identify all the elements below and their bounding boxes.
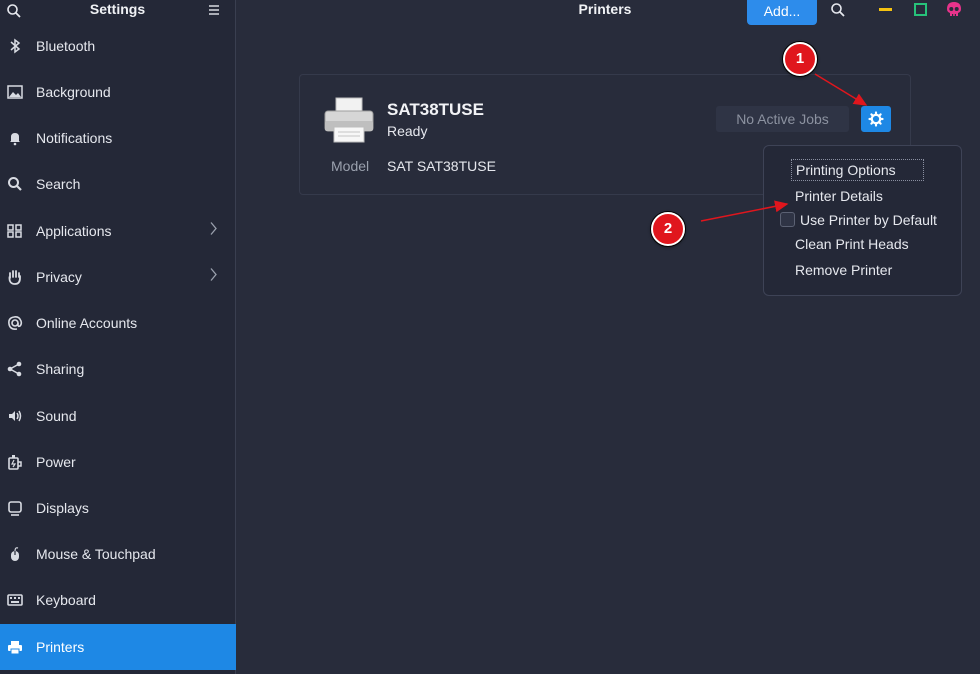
annotation-badge-2: 2 [651, 212, 685, 246]
sidebar-title: Settings [89, 1, 146, 17]
sidebar-header: Settings [0, 0, 235, 22]
power-icon [6, 453, 24, 471]
page-title: Printers [578, 1, 632, 17]
sidebar-item-displays[interactable]: Displays [0, 485, 236, 531]
bluetooth-icon [6, 37, 24, 55]
search-icon[interactable] [830, 2, 846, 23]
monitor-icon [6, 499, 24, 517]
menu-item-printing-options[interactable]: Printing Options [791, 159, 924, 181]
sidebar-item-label: Applications [36, 223, 112, 239]
sidebar-item-label: Displays [36, 500, 89, 516]
sidebar-item-background[interactable]: Background [0, 69, 236, 115]
sidebar-item-label: Privacy [36, 269, 82, 285]
share-icon [6, 360, 24, 378]
printer-options-menu: Printing Options Printer Details Use Pri… [763, 145, 962, 296]
speaker-icon [6, 407, 24, 425]
sidebar-item-label: Background [36, 84, 111, 100]
menu-item-remove-printer[interactable]: Remove Printer [795, 262, 892, 278]
model-label: Model [331, 158, 370, 174]
default-printer-checkbox[interactable] [780, 212, 795, 227]
search-icon [6, 175, 24, 193]
printer-settings-button[interactable] [861, 106, 891, 132]
model-value: SAT SAT38TUSE [387, 158, 496, 174]
sidebar-item-keyboard[interactable]: Keyboard [0, 577, 236, 623]
sidebar-item-label: Sharing [36, 361, 85, 377]
sidebar-item-label: Online Accounts [36, 315, 138, 331]
sidebar-item-label: Bluetooth [36, 38, 96, 54]
sidebar: Settings Bluetooth Background Notificati… [0, 0, 236, 674]
chevron-right-icon [208, 221, 218, 242]
sidebar-item-search[interactable]: Search [0, 161, 236, 207]
printer-status: Ready [387, 123, 428, 139]
printer-name: SAT38TUSE [387, 100, 484, 119]
sidebar-item-label: Sound [36, 408, 77, 424]
sidebar-item-label: Power [36, 454, 76, 470]
sidebar-item-online-accounts[interactable]: Online Accounts [0, 300, 236, 346]
image-icon [6, 83, 24, 101]
menu-item-use-printer-by-default[interactable]: Use Printer by Default [800, 212, 937, 228]
keyboard-icon [6, 591, 24, 609]
at-icon [6, 314, 24, 332]
sidebar-item-label: Keyboard [36, 592, 96, 608]
sidebar-item-label: Mouse & Touchpad [36, 546, 156, 562]
sidebar-item-power[interactable]: Power [0, 439, 236, 485]
printer-icon [324, 97, 374, 148]
sidebar-item-privacy[interactable]: Privacy [0, 254, 236, 300]
grid-icon [6, 222, 24, 240]
sidebar-item-mouse-touchpad[interactable]: Mouse & Touchpad [0, 531, 236, 577]
menu-item-clean-print-heads[interactable]: Clean Print Heads [795, 236, 909, 252]
sidebar-item-sound[interactable]: Sound [0, 393, 236, 439]
sidebar-item-label: Printers [36, 639, 85, 655]
no-active-jobs-button[interactable]: No Active Jobs [716, 106, 849, 132]
sidebar-item-label: Search [36, 176, 81, 192]
sidebar-item-sharing[interactable]: Sharing [0, 346, 236, 392]
hand-icon [6, 268, 24, 286]
annotation-badge-1: 1 [783, 42, 817, 76]
sidebar-item-label: Notifications [36, 130, 113, 146]
menu-item-printer-details[interactable]: Printer Details [795, 188, 883, 204]
printer-icon [6, 638, 24, 656]
maximize-icon[interactable] [914, 3, 927, 16]
sidebar-item-bluetooth[interactable]: Bluetooth [0, 23, 236, 69]
add-printer-button[interactable]: Add... [747, 0, 817, 25]
sidebar-item-notifications[interactable]: Notifications [0, 115, 236, 161]
bell-icon [6, 129, 24, 147]
mouse-icon [6, 545, 24, 563]
skull-close-icon[interactable] [945, 1, 963, 24]
hamburger-menu-icon[interactable] [207, 3, 221, 22]
sidebar-item-printers[interactable]: Printers [0, 624, 236, 670]
sidebar-item-applications[interactable]: Applications [0, 208, 236, 254]
chevron-right-icon [208, 267, 218, 288]
minimize-icon[interactable] [879, 8, 892, 11]
